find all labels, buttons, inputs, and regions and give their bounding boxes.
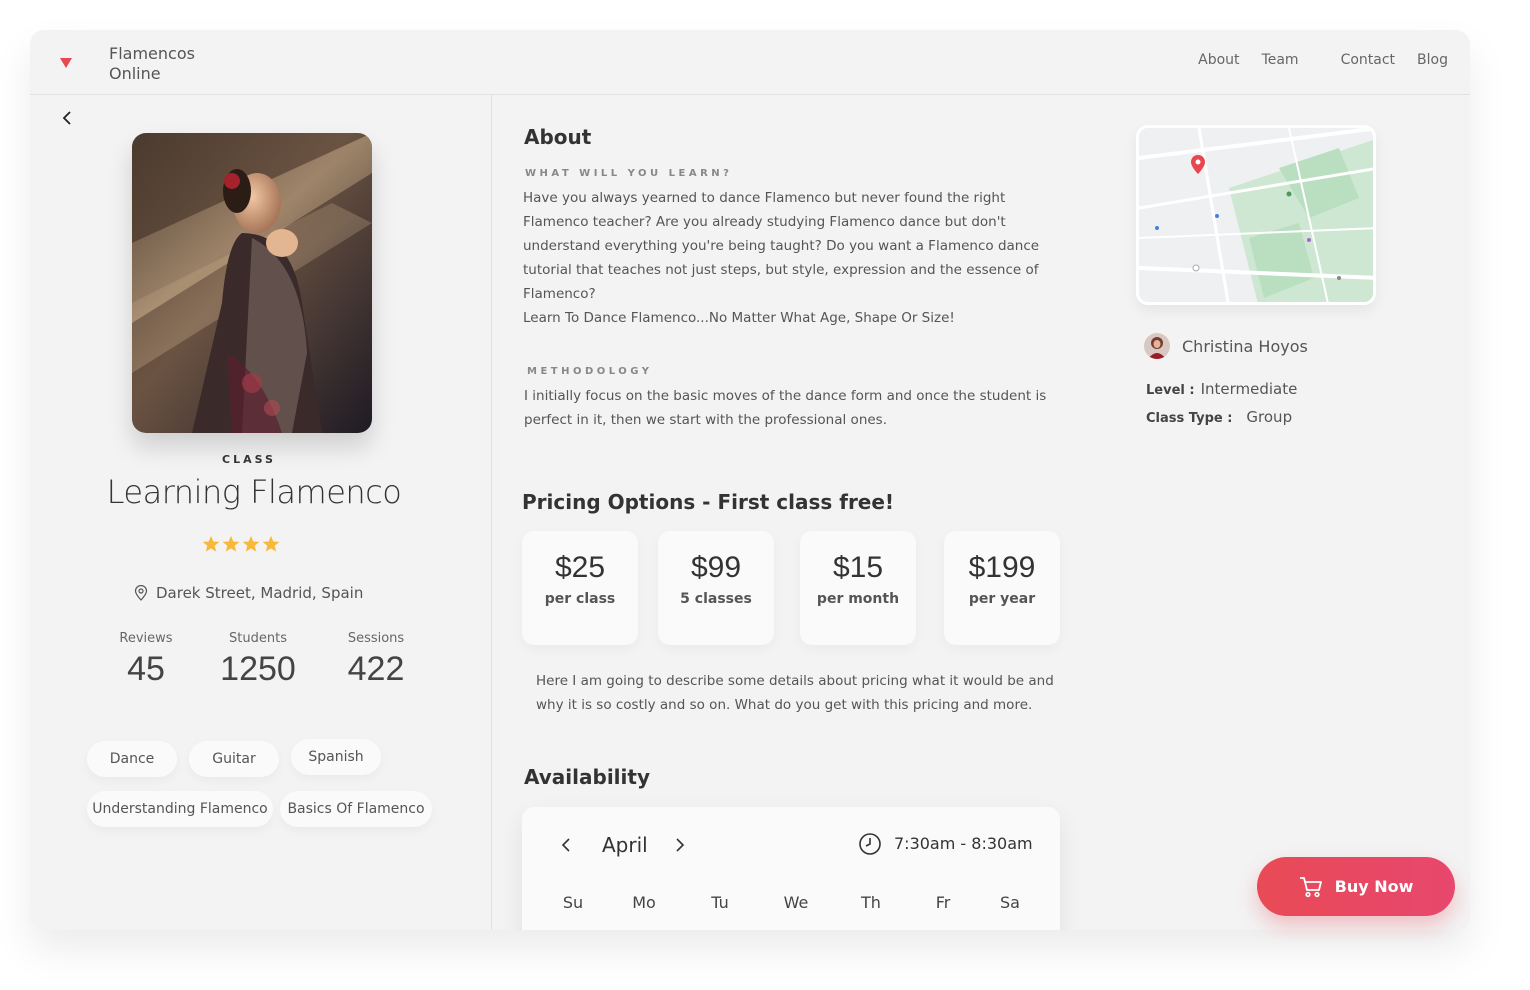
star-icon: [202, 535, 220, 552]
weekday-su: Su: [562, 893, 584, 912]
teacher-info[interactable]: Christina Hoyos: [1144, 333, 1308, 359]
price-amount: $99: [690, 551, 742, 584]
location-map[interactable]: [1136, 125, 1376, 305]
class-type: Class Type : Group: [1146, 408, 1292, 426]
location-text: Darek Street, Madrid, Spain: [156, 584, 364, 602]
weekday-tu: Tu: [711, 893, 729, 912]
price-period: 5 classes: [680, 591, 752, 607]
weekday-we: We: [783, 893, 809, 912]
nav-contact[interactable]: Contact: [1341, 52, 1395, 68]
class-label: CLASS: [222, 453, 276, 466]
weekday-mo: Mo: [632, 893, 656, 912]
class-photo: [132, 133, 372, 433]
back-arrow-icon[interactable]: [60, 111, 74, 125]
tag-spanish[interactable]: Spanish: [291, 739, 381, 775]
level-label: Level :: [1146, 383, 1195, 398]
brand-line-1: Flamencos: [109, 44, 195, 63]
time-slot[interactable]: 7:30am - 8:30am: [894, 834, 1033, 853]
cart-icon: [1299, 876, 1322, 897]
weekday-fr: Fr: [935, 893, 951, 912]
star-icon: [262, 535, 280, 552]
chevron-left-icon[interactable]: [560, 837, 572, 853]
price-amount: $199: [968, 551, 1036, 584]
stat-label: Reviews: [119, 631, 173, 646]
tag-guitar[interactable]: Guitar: [189, 741, 279, 777]
class-location: Darek Street, Madrid, Spain: [134, 584, 363, 602]
price-amount: $15: [832, 551, 884, 584]
pricing-heading: Pricing Options - First class free!: [522, 490, 895, 514]
tag-basics-of-flamenco[interactable]: Basics Of Flamenco: [280, 791, 432, 827]
price-period: per class: [544, 591, 616, 607]
teacher-avatar: [1144, 333, 1170, 359]
tag-dance[interactable]: Dance: [87, 741, 177, 777]
price-option-per-month[interactable]: $15 per month: [800, 531, 916, 645]
rating-stars: [202, 535, 280, 553]
methodology-description: I initially focus on the basic moves of …: [524, 388, 1047, 428]
weekday-sa: Sa: [1000, 893, 1020, 912]
stat-label: Sessions: [347, 631, 405, 646]
brand-line-2: Online: [109, 64, 161, 83]
class-title: Learning Flamenco: [106, 473, 402, 511]
learn-subheading: WHAT WILL YOU LEARN?: [525, 168, 733, 179]
stat-value: 1250: [220, 650, 296, 688]
stat-value: 422: [347, 650, 405, 688]
price-option-5-classes[interactable]: $99 5 classes: [658, 531, 774, 645]
class-stats: Reviews 45 Students 1250 Sessions 422: [102, 631, 426, 689]
type-label: Class Type :: [1146, 411, 1233, 426]
price-option-per-class[interactable]: $25 per class: [522, 531, 638, 645]
stat-reviews: Reviews 45: [102, 631, 190, 689]
stat-label: Students: [229, 631, 287, 646]
class-level: Level : Intermediate: [1146, 380, 1297, 398]
chevron-right-icon[interactable]: [674, 837, 686, 853]
availability-heading: Availability: [524, 765, 650, 789]
star-icon: [222, 535, 240, 552]
type-value: Group: [1246, 408, 1293, 426]
nav-team[interactable]: Team: [1262, 52, 1299, 68]
nav-blog[interactable]: Blog: [1417, 52, 1448, 68]
price-period: per year: [968, 591, 1036, 607]
availability-calendar: April 7:30am - 8:30am Su Mo Tu We Th Fr …: [522, 807, 1060, 930]
location-pin-icon: [134, 585, 148, 601]
learn-description: Have you always yearned to dance Flamenc…: [523, 190, 1040, 302]
class-details: About WHAT WILL YOU LEARN? Have you alwa…: [522, 95, 1082, 930]
class-summary-panel: CLASS Learning Flamenco Darek Street, Ma…: [30, 95, 492, 930]
weekday-header: Su Mo Tu We Th Fr Sa: [552, 893, 1042, 912]
nav-about[interactable]: About: [1198, 52, 1239, 68]
clock-icon: [859, 833, 881, 855]
calendar-month: April: [602, 833, 648, 857]
star-icon: [242, 535, 260, 552]
methodology-subheading: METHODOLOGY: [527, 366, 653, 377]
stat-sessions: Sessions 422: [326, 631, 426, 689]
about-heading: About: [524, 125, 592, 149]
price-period: per month: [816, 591, 900, 607]
buy-now-label: Buy Now: [1334, 877, 1414, 896]
price-option-per-year[interactable]: $199 per year: [944, 531, 1060, 645]
stat-students: Students 1250: [190, 631, 326, 689]
app-window: Flamencos Online About Team Contact Blog: [30, 30, 1470, 930]
learn-tagline: Learn To Dance Flamenco...No Matter What…: [523, 310, 955, 326]
pricing-note: Here I am going to describe some details…: [536, 673, 1054, 713]
weekday-th: Th: [861, 893, 881, 912]
price-amount: $25: [554, 551, 606, 584]
buy-now-button[interactable]: Buy Now: [1257, 857, 1455, 916]
tag-understanding-flamenco[interactable]: Understanding Flamenco: [87, 791, 273, 827]
level-value: Intermediate: [1200, 380, 1298, 398]
top-header: Flamencos Online About Team Contact Blog: [30, 30, 1470, 95]
teacher-panel: Christina Hoyos Level : Intermediate Cla…: [1136, 125, 1470, 625]
logo-icon[interactable]: [60, 57, 72, 69]
teacher-name: Christina Hoyos: [1182, 336, 1308, 356]
stat-value: 45: [127, 650, 165, 688]
main-nav: About Team Contact Blog: [1176, 52, 1448, 68]
brand-name[interactable]: Flamencos Online: [109, 44, 195, 84]
